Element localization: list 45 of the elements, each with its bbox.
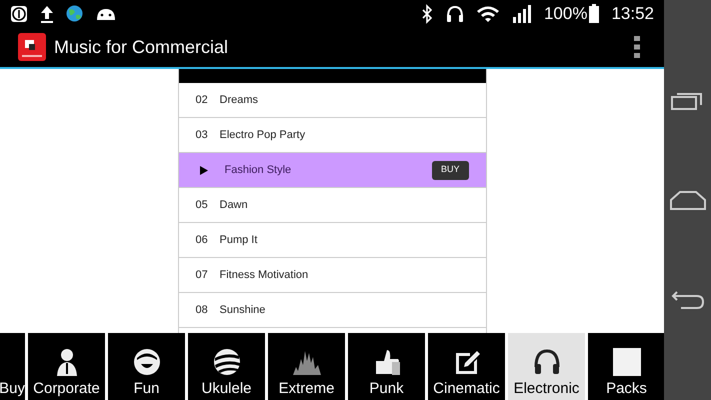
signal-icon bbox=[512, 4, 532, 22]
battery-icon bbox=[589, 4, 600, 23]
track-title: Fashion Style bbox=[224, 162, 292, 178]
track-number: 02 bbox=[196, 92, 209, 108]
recent-apps-icon[interactable] bbox=[670, 90, 704, 110]
globe-icon bbox=[66, 5, 83, 22]
overflow-menu-icon[interactable] bbox=[634, 36, 640, 58]
category-tab[interactable]: Cinematic bbox=[428, 333, 505, 400]
track-title: Dawn bbox=[220, 198, 248, 213]
battery-percent: 100% bbox=[544, 2, 588, 25]
track-title: Sunshine bbox=[220, 302, 266, 318]
smiley-icon bbox=[132, 347, 162, 377]
category-tab[interactable]: Packs bbox=[588, 333, 664, 400]
play-icon[interactable] bbox=[200, 166, 208, 174]
track-title: Fitness Motivation bbox=[220, 268, 308, 283]
track-title: Pump It bbox=[220, 232, 258, 248]
category-tab[interactable]: Punk bbox=[348, 333, 425, 400]
headphones-icon bbox=[446, 4, 464, 22]
clock: 13:52 bbox=[611, 2, 654, 25]
app-logo-icon bbox=[18, 33, 46, 61]
track-title: Dreams bbox=[220, 92, 258, 108]
category-tab[interactable]: Buy bbox=[0, 333, 25, 400]
striped-ball-icon bbox=[212, 347, 242, 377]
upload-icon bbox=[40, 4, 54, 22]
category-tab[interactable]: Fun bbox=[108, 333, 185, 400]
category-tab[interactable]: Extreme bbox=[268, 333, 345, 400]
track-number: 08 bbox=[196, 302, 209, 318]
wifi-icon bbox=[476, 4, 500, 22]
headphones-icon bbox=[532, 347, 562, 377]
info-icon bbox=[10, 4, 28, 22]
track-title: Electro Pop Party bbox=[220, 128, 306, 143]
track-row[interactable]: Fashion Style BUY bbox=[178, 153, 486, 188]
category-tab[interactable]: Corporate bbox=[28, 333, 105, 400]
track-number: 06 bbox=[196, 232, 209, 248]
track-number: 03 bbox=[196, 128, 209, 143]
app-title: Music for Commercial bbox=[54, 36, 228, 58]
category-tab[interactable]: Electronic bbox=[508, 333, 585, 400]
buy-button[interactable]: BUY bbox=[432, 160, 468, 180]
track-number: 07 bbox=[196, 268, 209, 283]
track-number: 05 bbox=[196, 198, 209, 213]
square-icon bbox=[612, 347, 642, 377]
home-icon[interactable] bbox=[670, 190, 706, 210]
bluetooth-icon bbox=[420, 4, 434, 24]
category-tab[interactable]: Ukulele bbox=[188, 333, 265, 400]
back-icon[interactable] bbox=[670, 290, 704, 310]
